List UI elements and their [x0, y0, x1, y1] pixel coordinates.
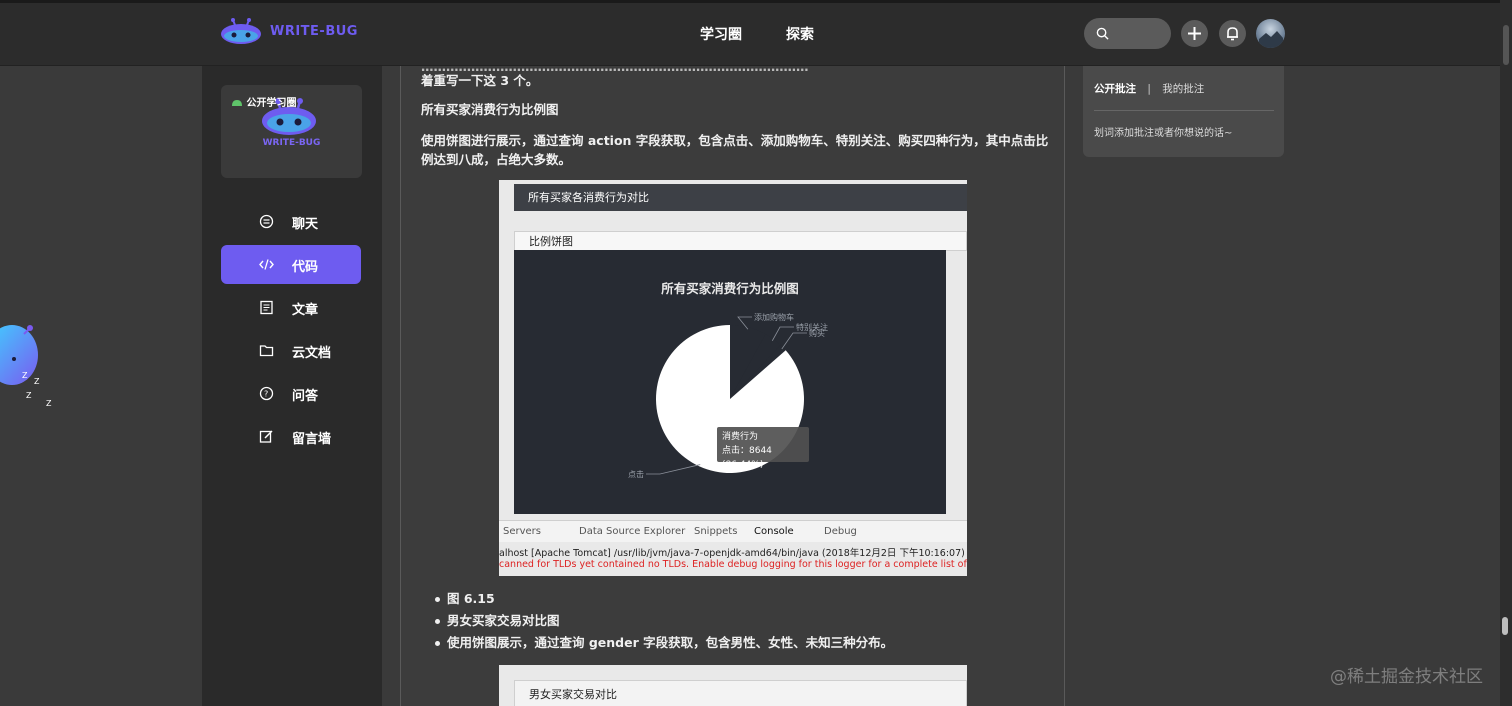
sidebar-item-qa[interactable]: ? 问答	[221, 374, 361, 413]
pie-svg: 添加购物车特别关注购买点击	[628, 312, 828, 479]
list-item: 图 6.15	[434, 588, 893, 610]
sidebar-item-label: 聊天	[292, 217, 319, 232]
tab-separator: |	[1147, 83, 1151, 95]
pie-leader-line-3	[781, 332, 807, 350]
avatar[interactable]	[1256, 19, 1285, 48]
notification-button[interactable]	[1219, 20, 1246, 47]
annotation-panel: 公开批注 | 我的批注 划词添加批注或者你想说的话~	[1083, 66, 1284, 157]
sidebar-item-label: 留言墙	[292, 432, 332, 447]
circle-logo-text: WRITE-BUG	[262, 138, 321, 148]
annotation-tabs: 公开批注 | 我的批注	[1094, 81, 1204, 96]
figure-panel-title: 比例饼图	[514, 231, 967, 251]
svg-text:Z: Z	[22, 371, 28, 380]
page-scrollbar[interactable]	[1500, 0, 1512, 706]
console-line-2: canned for TLDs yet contained no TLDs. E…	[499, 559, 967, 570]
list-item: 使用饼图展示，通过查询 gender 字段获取，包含男性、女性、未知三种分布。	[434, 632, 893, 654]
figure-screenshot-2[interactable]: 男女买家交易对比	[499, 665, 967, 706]
intro-tail: 着重写一下这 3 个。	[421, 73, 539, 88]
question-icon: ?	[259, 386, 274, 401]
tab-data-source-explorer[interactable]: Data Source Explorer	[579, 526, 685, 537]
tab-snippets[interactable]: Snippets	[694, 526, 737, 537]
tab-public-annotations[interactable]: 公开批注	[1094, 83, 1136, 95]
robot-logo-icon	[221, 18, 261, 44]
sidebar-item-label: 代码	[292, 260, 319, 275]
plus-icon	[1188, 27, 1201, 40]
avatar-image	[1259, 31, 1283, 48]
tab-servers[interactable]: Servers	[503, 526, 541, 537]
circle-tag-label: 公开学习圈	[246, 98, 297, 109]
search-icon	[1096, 27, 1109, 40]
logo-text: WRITE-BUG	[270, 23, 358, 39]
search-input[interactable]	[1084, 18, 1171, 49]
sidebar-item-message-wall[interactable]: 留言墙	[221, 417, 361, 456]
nav-explore[interactable]: 探索	[786, 24, 814, 44]
annotation-hint: 划词添加批注或者你想说的话~	[1094, 128, 1233, 139]
chart-tooltip: 消费行为 点击：8644 (86.44%)	[717, 427, 809, 470]
nav-learning-circle[interactable]: 学习圈	[700, 24, 742, 44]
section-description-line2: 例达到八成，占绝大多数。	[421, 152, 572, 167]
top-edge	[0, 0, 1512, 3]
top-bar: WRITE-BUG 学习圈 探索	[0, 0, 1512, 66]
sidebar-item-code[interactable]: 代码	[221, 245, 361, 284]
pie-leader-line-0	[646, 464, 701, 475]
sidebar-item-chat[interactable]: 聊天	[221, 202, 361, 241]
pie-label-0: 点击	[628, 469, 644, 479]
sidebar-item-articles[interactable]: 文章	[221, 288, 361, 327]
bell-icon	[1227, 27, 1238, 41]
site-logo[interactable]: WRITE-BUG	[220, 17, 358, 45]
svg-text:Z: Z	[34, 377, 40, 386]
sidebar-item-label: 云文档	[292, 346, 332, 361]
svg-text:?: ?	[264, 390, 268, 399]
code-icon	[259, 259, 274, 270]
tab-debug[interactable]: Debug	[824, 526, 857, 537]
figure-screenshot-1[interactable]: 所有买家各消费行为对比 比例饼图 所有买家消费行为比例图 添加购物车 特别关注 购买…	[499, 180, 967, 576]
bullet-list: 图 6.15 男女买家交易对比图 使用饼图展示，通过查询 gender 字段获取…	[434, 588, 893, 654]
console-line-1: alhost [Apache Tomcat] /usr/lib/jvm/java…	[499, 548, 965, 559]
folder-icon	[259, 345, 274, 357]
figure-window-title: 男女买家交易对比	[514, 680, 967, 706]
watermark: @稀土掘金技术社区	[1330, 667, 1483, 687]
article-icon	[260, 300, 273, 315]
section-heading: 所有买家消费行为比例图	[421, 102, 559, 117]
mascot-icon[interactable]: Z Z Z Z	[0, 310, 60, 410]
figure-window-title: 所有买家各消费行为对比	[514, 184, 967, 211]
create-button[interactable]	[1181, 20, 1208, 47]
svg-text:Z: Z	[26, 391, 32, 400]
circle-tag: 公开学习圈	[231, 94, 296, 109]
chat-icon	[259, 214, 274, 229]
tooltip-series: 消费行为	[722, 432, 759, 442]
pie-label-3: 购买	[809, 328, 825, 338]
edit-icon	[259, 430, 273, 443]
pie-label-1: 添加购物车	[754, 312, 794, 322]
android-icon	[232, 100, 242, 106]
article-content: ………………………………………………………………………………… 着重写一下这 3…	[400, 66, 1065, 706]
tooltip-value: 点击：8644 (86.44%)	[722, 446, 772, 470]
sidebar-item-label: 文章	[292, 303, 319, 318]
pie-chart: 所有买家消费行为比例图 添加购物车 特别关注 购买 点击 消费行为 点击：8644 (…	[514, 250, 946, 514]
svg-text:Z: Z	[46, 399, 52, 408]
console-tab-bar: Servers Data Source Explorer Snippets Co…	[499, 520, 967, 542]
list-item: 男女买家交易对比图	[434, 610, 893, 632]
tab-console[interactable]: Console	[754, 526, 794, 537]
section-description-line1: 使用饼图进行展示，通过查询 action 字段获取，包含点击、添加购物车、特别关…	[421, 133, 1049, 148]
scrollbar-thumb[interactable]	[1502, 617, 1508, 635]
sidebar-item-cloud-docs[interactable]: 云文档	[221, 331, 361, 370]
tab-my-annotations[interactable]: 我的批注	[1162, 83, 1204, 95]
pie-leader-line-2	[771, 326, 794, 341]
learning-circle-card[interactable]: 公开学习圈 WRITE-BUG	[221, 85, 362, 178]
scrollbar-top-track	[1503, 25, 1509, 65]
divider	[1094, 110, 1274, 111]
sidebar-item-label: 问答	[292, 389, 319, 404]
left-sidebar: 公开学习圈 WRITE-BUG 聊天 代码 文章 云文档 ? 问答 留言墙	[202, 66, 382, 706]
